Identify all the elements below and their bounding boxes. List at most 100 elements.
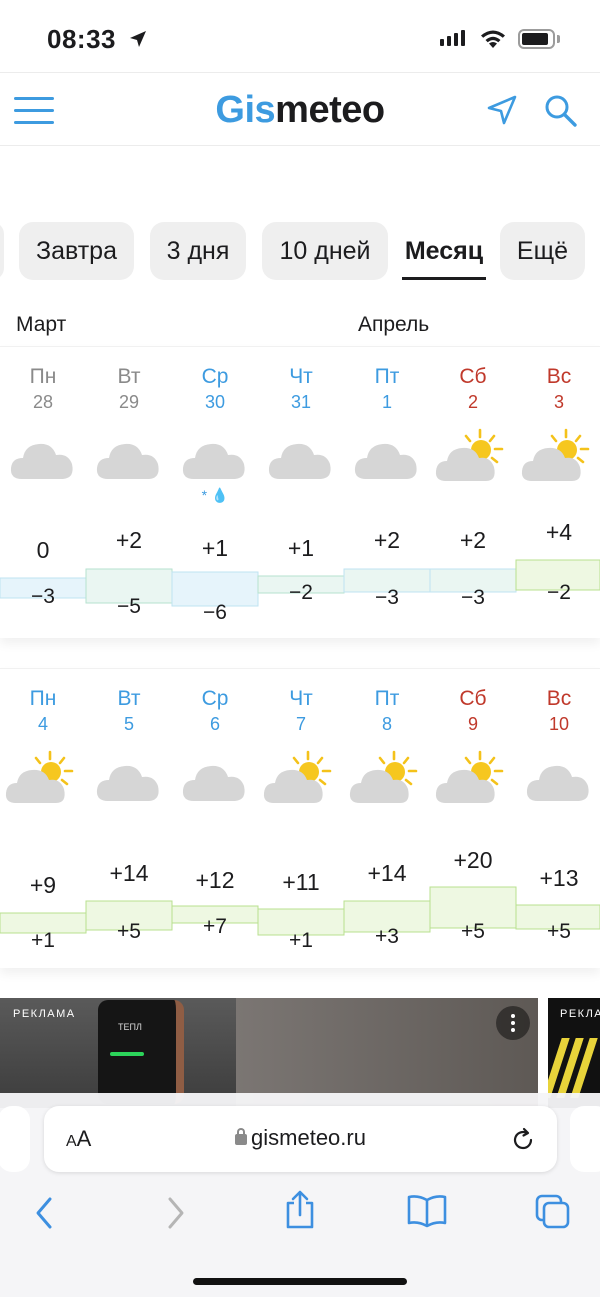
search-icon[interactable] [543, 93, 579, 129]
ad-label: РЕКЛАМА [13, 1008, 76, 1020]
day-date: 29 [118, 392, 140, 412]
cloud-icon [516, 749, 600, 819]
temp-min: +7 [203, 915, 227, 938]
precipitation-icon: * 💧 [201, 487, 229, 503]
day-of-week: Чт [289, 365, 313, 388]
day-date: 31 [290, 392, 312, 412]
bookmarks-icon[interactable] [406, 1193, 448, 1229]
prev-tab-edge[interactable] [0, 1106, 30, 1172]
reload-icon[interactable] [510, 1127, 536, 1153]
temp-min: +5 [117, 920, 141, 943]
home-indicator [193, 1278, 407, 1285]
tab-month[interactable]: Месяц [400, 222, 488, 280]
tab-tomorrow[interactable]: Завтра [19, 222, 134, 280]
sun-cloud-icon [0, 749, 86, 819]
sun-cloud-icon [430, 427, 516, 497]
address-bar[interactable]: AA gismeteo.ru [44, 1106, 557, 1172]
day-column[interactable]: Чт 7 [258, 669, 344, 968]
day-of-week: Вс [546, 365, 572, 388]
temp-max: +11 [282, 869, 320, 895]
day-date: 1 [381, 392, 392, 412]
day-of-week: Вс [546, 687, 572, 710]
day-of-week: Чт [289, 687, 313, 710]
advertisement-banner[interactable]: ТЕПЛ РЕКЛАМА [0, 998, 538, 1108]
tabs-icon[interactable] [534, 1193, 572, 1231]
share-icon[interactable] [282, 1189, 318, 1231]
browser-toolbar: AA gismeteo.ru [0, 1093, 600, 1297]
lock-icon [235, 1128, 248, 1145]
temp-max: +12 [195, 867, 235, 893]
cellular-signal-icon [440, 30, 465, 46]
day-date: 30 [204, 392, 226, 412]
temp-min: +3 [375, 925, 399, 948]
location-icon[interactable] [485, 93, 519, 127]
day-date: 8 [381, 714, 392, 734]
status-time: 08:33 [47, 24, 116, 54]
cloud-icon [86, 427, 172, 497]
tab-more[interactable]: Ещё [500, 222, 585, 280]
cloud-icon [344, 427, 430, 497]
temp-max: +14 [367, 860, 407, 886]
month-label-march: Март [16, 313, 67, 336]
more-options-icon[interactable] [496, 1006, 530, 1040]
day-of-week: Ср [201, 365, 229, 388]
day-date: 10 [548, 714, 570, 734]
day-date: 5 [123, 714, 134, 734]
day-date: 3 [553, 392, 564, 412]
back-icon[interactable] [30, 1195, 60, 1231]
advertisement-banner-2[interactable]: РЕКЛА [548, 998, 600, 1108]
cloud-icon [86, 749, 172, 819]
temp-max: +1 [201, 535, 229, 561]
battery-nub [557, 35, 560, 43]
temp-max: +14 [109, 860, 149, 886]
temp-max: +4 [545, 519, 573, 545]
wifi-icon [481, 30, 505, 48]
product-image: ТЕПЛ [98, 1000, 184, 1104]
sun-cloud-icon [258, 749, 344, 819]
tab-partial-left[interactable] [0, 222, 4, 280]
day-of-week: Вт [117, 365, 141, 388]
week-card: Пн 4 +9 +1 Вт 5 +14 +5 Ср 6 +12 +7 Чт 7 +11 +1 Пт 8 +14 +3 С… [0, 668, 600, 968]
day-of-week: Вт [117, 687, 141, 710]
temp-max: +1 [287, 535, 315, 561]
day-of-week: Пт [374, 365, 400, 388]
temp-max: +2 [373, 527, 401, 553]
battery-icon [518, 29, 555, 49]
sun-cloud-icon [344, 749, 430, 819]
location-arrow-icon [130, 31, 146, 47]
day-date: 4 [37, 714, 48, 734]
day-date: 2 [467, 392, 478, 412]
day-date: 7 [295, 714, 306, 734]
temp-max: +2 [115, 527, 143, 553]
temp-max: +9 [29, 872, 57, 898]
day-date: 28 [32, 392, 54, 412]
period-tabs: Завтра 3 дня 10 дней Месяц Ещё [0, 222, 600, 280]
day-of-week: Сб [459, 687, 487, 710]
forward-icon[interactable] [160, 1195, 190, 1231]
day-column[interactable]: Пт 8 [344, 669, 430, 968]
day-of-week: Пн [29, 365, 57, 388]
day-of-week: Пн [29, 687, 57, 710]
day-date: 6 [209, 714, 220, 734]
sun-cloud-icon [430, 749, 516, 819]
temp-max: +13 [539, 865, 579, 891]
cloud-icon [172, 749, 258, 819]
url-text[interactable]: gismeteo.ru [44, 1125, 557, 1151]
cloud-icon [258, 427, 344, 497]
day-column[interactable]: Пн 4 [0, 669, 86, 968]
temp-min: −2 [289, 581, 313, 604]
temp-max: +20 [453, 847, 493, 873]
temp-min: −6 [203, 601, 227, 624]
cloud-icon [0, 427, 86, 497]
temp-min: −3 [31, 585, 55, 608]
tab-3-days[interactable]: 3 дня [150, 222, 246, 280]
next-tab-edge[interactable] [570, 1106, 600, 1172]
day-column[interactable]: Ср 30 * 💧 [172, 347, 258, 638]
temp-min: +1 [289, 929, 313, 952]
tab-10-days[interactable]: 10 дней [262, 222, 388, 280]
temp-min: +5 [461, 920, 485, 943]
sun-cloud-icon [516, 427, 600, 497]
day-of-week: Пт [374, 687, 400, 710]
temp-min: −3 [461, 586, 485, 609]
temp-min: −5 [117, 595, 141, 618]
